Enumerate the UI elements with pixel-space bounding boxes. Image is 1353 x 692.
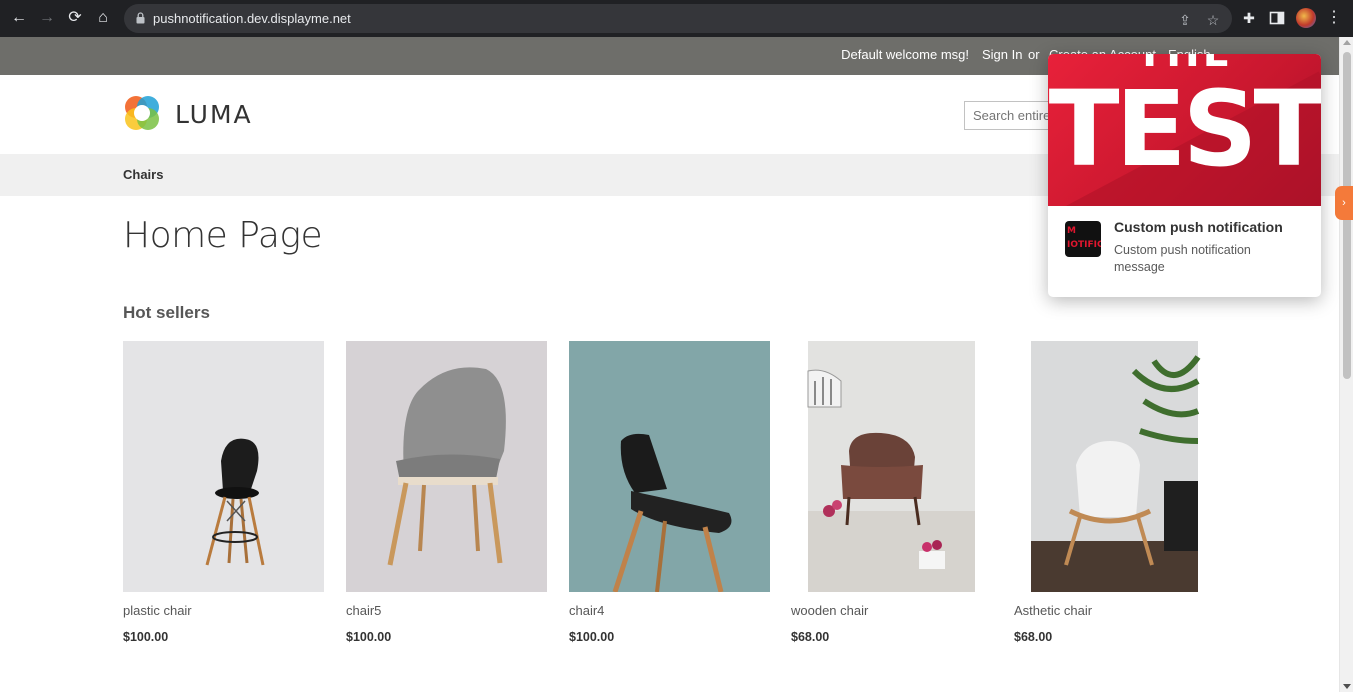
product-price: $100.00 (569, 630, 615, 644)
product-image-chair4[interactable] (569, 341, 770, 593)
address-bar[interactable]: pushnotification.dev.displayme.net ⇪ ☆ (124, 4, 1232, 33)
notification-title: Custom push notification (1114, 219, 1283, 235)
product-price: $100.00 (346, 630, 392, 644)
menu-icon[interactable]: ⋮ (1326, 9, 1342, 27)
reload-icon[interactable]: ⟳ (65, 8, 85, 28)
lock-icon[interactable] (136, 12, 145, 24)
product-card[interactable]: wooden chair $68.00 (791, 341, 992, 644)
product-image-plastic-chair[interactable] (123, 341, 324, 592)
product-name[interactable]: Asthetic chair (1014, 603, 1092, 618)
product-card[interactable]: Asthetic chair $68.00 (1014, 341, 1215, 644)
side-panel-icon[interactable] (1268, 9, 1286, 27)
product-price: $68.00 (791, 630, 830, 644)
forward-icon[interactable]: → (37, 8, 57, 28)
banner-main-text: TEST (1048, 68, 1321, 190)
notification-message: Custom push notification message (1114, 243, 1251, 274)
luma-logo-icon[interactable] (123, 94, 161, 132)
browser-toolbar: ← → ⟳ ⌂ pushnotification.dev.displayme.n… (0, 0, 1353, 37)
notification-icon: M IOTIFICA (1065, 221, 1101, 257)
product-image-asthetic-chair[interactable] (1014, 341, 1215, 592)
page-title: Home Page (123, 215, 323, 256)
product-image-chair5[interactable] (346, 341, 547, 592)
back-icon[interactable]: ← (9, 8, 29, 28)
extensions-icon[interactable]: ✚ (1240, 9, 1258, 27)
product-price: $100.00 (123, 630, 169, 644)
scroll-down-arrow-icon[interactable] (1343, 684, 1351, 689)
product-card[interactable]: plastic chair $100.00 (123, 341, 324, 644)
url-text[interactable]: pushnotification.dev.displayme.net (153, 11, 351, 26)
product-name[interactable]: plastic chair (123, 603, 192, 618)
nav-item-chairs[interactable]: Chairs (123, 167, 163, 182)
notification-icon-text-2: IOTIFICA (1067, 240, 1101, 250)
notification-icon-text-1: M (1067, 226, 1076, 236)
product-name[interactable]: wooden chair (791, 603, 868, 618)
section-title: Hot sellers (123, 303, 210, 322)
brand-name[interactable]: LUMA (175, 100, 253, 129)
product-name[interactable]: chair5 (346, 603, 381, 618)
product-price: $68.00 (1014, 630, 1053, 644)
profile-avatar[interactable] (1296, 8, 1316, 28)
page-scrollbar[interactable] (1339, 37, 1353, 692)
home-icon[interactable]: ⌂ (93, 8, 113, 28)
or-text: or (1028, 47, 1040, 62)
welcome-message: Default welcome msg! (841, 47, 969, 62)
push-notification[interactable]: THE TEST M IOTIFICA Custom push notifica… (1048, 54, 1321, 297)
product-card[interactable]: chair5 $100.00 (346, 341, 547, 644)
scroll-up-arrow-icon[interactable] (1343, 40, 1351, 45)
product-card[interactable]: chair4 $100.00 (569, 341, 770, 644)
share-icon[interactable]: ⇪ (1177, 12, 1193, 28)
bookmark-star-icon[interactable]: ☆ (1205, 12, 1221, 28)
notification-banner-image: THE TEST (1048, 54, 1321, 206)
sign-in-link[interactable]: Sign In (982, 47, 1022, 62)
product-image-wooden-chair[interactable] (791, 341, 992, 592)
side-widget-tab[interactable]: › (1335, 186, 1353, 220)
product-name[interactable]: chair4 (569, 603, 604, 618)
